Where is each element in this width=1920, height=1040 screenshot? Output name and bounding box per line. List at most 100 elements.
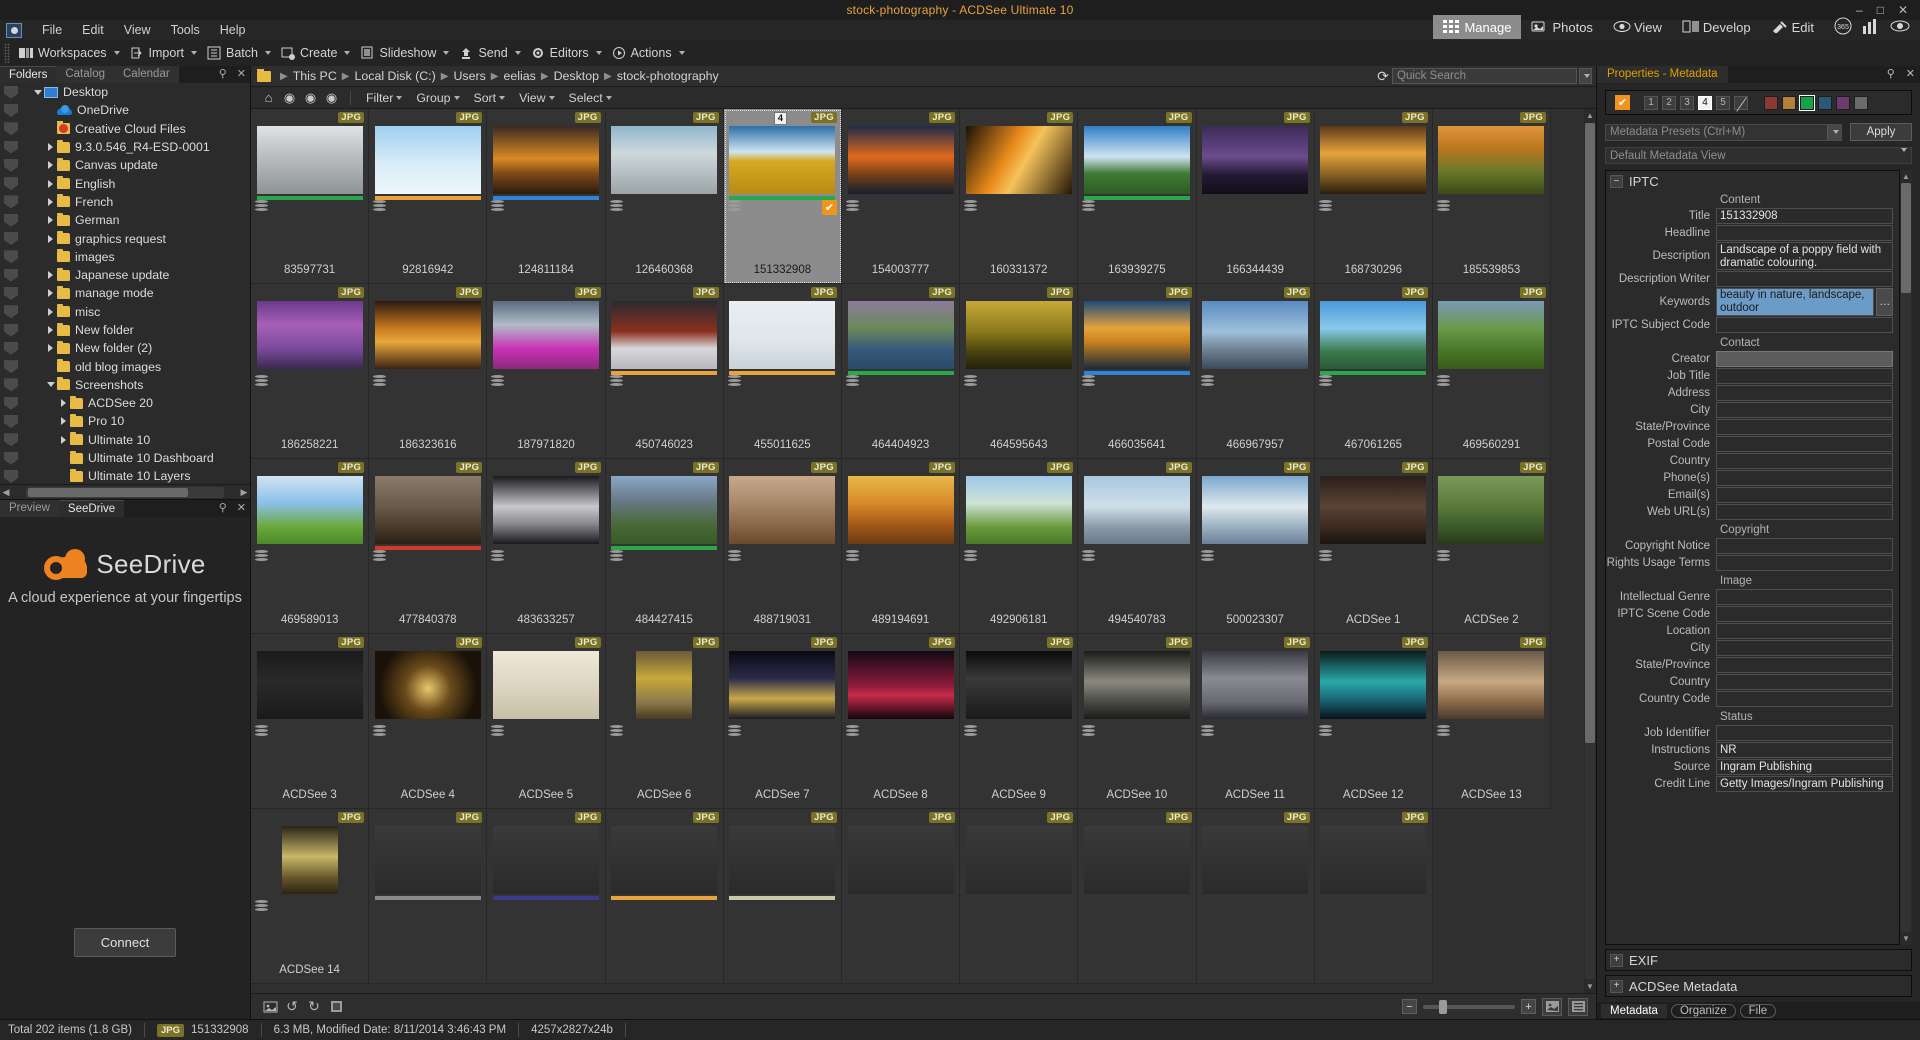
folder-tree-item-acdsee-20[interactable]: ACDSee 20 [0, 394, 250, 412]
acdsee-eye-icon[interactable] [1890, 18, 1910, 37]
grid-scroll-thumb[interactable] [1585, 123, 1595, 743]
thumbnail-cell[interactable]: JPG494540783 [1078, 459, 1196, 634]
thumbnail-cell[interactable]: JPG186258221 [251, 284, 369, 459]
thumbnail-cell[interactable]: JPG466967957 [1197, 284, 1315, 459]
thumbnail-cell[interactable]: JPG160331372 [960, 109, 1078, 284]
toolbar-create[interactable]: Create [276, 44, 356, 63]
forward-icon[interactable]: ◉ [301, 88, 320, 107]
thumbnail-cell[interactable]: 4JPG✔151332908 [724, 109, 842, 284]
chevron-right-icon[interactable] [44, 161, 57, 169]
scroll-up-icon[interactable]: ▲ [1902, 170, 1910, 183]
connect-button[interactable]: Connect [74, 928, 176, 957]
refresh-icon[interactable]: ⟳ [1374, 68, 1392, 85]
thumbnail-cell[interactable]: JPG455011625 [724, 284, 842, 459]
close-icon[interactable]: ✕ [237, 67, 246, 80]
folder-tree-item-new-folder[interactable]: New folder [0, 321, 250, 339]
thumbnail-cell[interactable]: JPG484427415 [606, 459, 724, 634]
color-label-1[interactable] [1764, 96, 1778, 110]
color-labels[interactable] [1764, 96, 1868, 110]
folder-tree-item-english[interactable]: English [0, 174, 250, 192]
scroll-up-icon[interactable]: ▲ [1586, 109, 1594, 122]
search-input[interactable]: Quick Search [1392, 68, 1577, 84]
thumbnail-cell[interactable]: JPGACDSee 3 [251, 634, 369, 809]
365-icon[interactable]: 365 [1834, 17, 1852, 38]
pin-icon[interactable]: ⚲ [219, 67, 227, 80]
chart-icon[interactable] [1862, 18, 1880, 37]
minus-icon[interactable]: − [1610, 175, 1623, 188]
thumbnail-cell[interactable]: JPG [1078, 809, 1196, 984]
folder-tree-item-french[interactable]: French [0, 193, 250, 211]
metadata-scrollbar[interactable]: ▲ ▼ [1900, 170, 1912, 945]
properties-metadata-tab[interactable]: Properties - Metadata [1597, 66, 1728, 83]
metadata-field-rights-usage-terms[interactable] [1716, 555, 1893, 571]
metadata-field-description[interactable]: Landscape of a poppy field with dramatic… [1716, 242, 1893, 270]
metadata-field-instructions[interactable]: NR [1716, 742, 1893, 758]
chevron-right-icon[interactable] [44, 344, 57, 352]
rating-4[interactable]: 4 [1698, 96, 1712, 110]
thumbnail-cell[interactable]: JPG469589013 [251, 459, 369, 634]
thumbnail-cell[interactable]: JPG489194691 [842, 459, 960, 634]
chevron-down-icon[interactable] [31, 90, 44, 95]
tab-file[interactable]: File [1740, 1004, 1777, 1018]
scroll-left-icon[interactable]: ◀ [0, 487, 12, 498]
up-icon[interactable]: ◉ [322, 88, 341, 107]
menu-file[interactable]: File [32, 21, 72, 39]
metadata-field-city[interactable] [1716, 402, 1893, 418]
toolbar-import[interactable]: Import [125, 44, 202, 63]
search-dropdown-button[interactable] [1579, 68, 1592, 84]
thumbnail-cell[interactable]: JPG492906181 [960, 459, 1078, 634]
thumbnail-cell[interactable]: JPG166344439 [1197, 109, 1315, 284]
rating-3[interactable]: 3 [1680, 96, 1694, 110]
folder-tree-item-images[interactable]: images [0, 248, 250, 266]
tab-metadata[interactable]: Metadata [1601, 1004, 1667, 1018]
chevron-down-icon[interactable] [191, 51, 197, 55]
thumbnail-cell[interactable]: JPG [487, 809, 605, 984]
metadata-field-city[interactable] [1716, 640, 1893, 656]
metadata-field-email-s[interactable] [1716, 487, 1893, 503]
breadcrumb[interactable]: ▶This PC▶Local Disk (C:)▶Users▶eelias▶De… [275, 69, 719, 83]
keywords-browse-button[interactable]: … [1876, 288, 1893, 316]
thumbnail-cell[interactable]: JPG185539853 [1433, 109, 1551, 284]
toolbar-grip[interactable] [4, 43, 10, 63]
chevron-down-icon[interactable] [1898, 152, 1907, 164]
thumbnail-cell[interactable]: JPG [1197, 809, 1315, 984]
view-menu[interactable]: View [513, 89, 560, 107]
thumbnail-cell[interactable]: JPGACDSee 13 [1433, 634, 1551, 809]
details-view-icon[interactable] [1568, 998, 1588, 1016]
zoom-slider[interactable] [1423, 1005, 1515, 1009]
chevron-right-icon[interactable] [44, 289, 57, 297]
close-icon[interactable]: ✕ [1906, 67, 1915, 80]
chevron-down-icon[interactable] [265, 51, 271, 55]
rating-none-icon[interactable] [1734, 96, 1748, 110]
color-label-2[interactable] [1782, 96, 1796, 110]
color-label-5[interactable] [1836, 96, 1850, 110]
rating-1[interactable]: 1 [1644, 96, 1658, 110]
chevron-right-icon[interactable] [44, 271, 57, 279]
thumbnail-cell[interactable]: JPG126460368 [606, 109, 724, 284]
thumbnail-cell[interactable]: JPG [369, 809, 487, 984]
tab-organize[interactable]: Organize [1671, 1004, 1736, 1018]
metadata-field-iptc-scene-code[interactable] [1716, 606, 1893, 622]
hscroll-thumb[interactable] [28, 488, 188, 497]
folder-tree-item-canvas-update[interactable]: Canvas update [0, 156, 250, 174]
mode-manage[interactable]: Manage [1433, 15, 1521, 39]
thumbnail-cell[interactable]: JPG [606, 809, 724, 984]
grid-scroll-track[interactable] [1585, 123, 1595, 979]
metadata-field-headline[interactable] [1716, 225, 1893, 241]
thumbnail-cell[interactable]: JPG92816942 [369, 109, 487, 284]
folder-tree-item-screenshots[interactable]: Screenshots [0, 376, 250, 394]
tab-catalog[interactable]: Catalog [56, 66, 114, 83]
thumbnail-cell[interactable]: JPG467061265 [1315, 284, 1433, 459]
metadata-view-select[interactable]: Default Metadata View [1605, 147, 1912, 164]
toolbar-send[interactable]: Send [454, 44, 525, 63]
thumbnail-cell[interactable]: JPGACDSee 2 [1433, 459, 1551, 634]
tab-seedrive[interactable]: SeeDrive [59, 500, 124, 517]
rotate-right-icon[interactable]: ↻ [303, 997, 325, 1017]
menu-edit[interactable]: Edit [72, 21, 114, 39]
folder-tree-item-creative-cloud-files[interactable]: Creative Cloud Files [0, 120, 250, 138]
chevron-right-icon[interactable] [44, 326, 57, 334]
metadata-field-address[interactable] [1716, 385, 1893, 401]
zoom-in-button[interactable]: + [1521, 999, 1536, 1014]
folder-tree-item-pro-10[interactable]: Pro 10 [0, 412, 250, 430]
folder-tree-item-manage-mode[interactable]: manage mode [0, 284, 250, 302]
